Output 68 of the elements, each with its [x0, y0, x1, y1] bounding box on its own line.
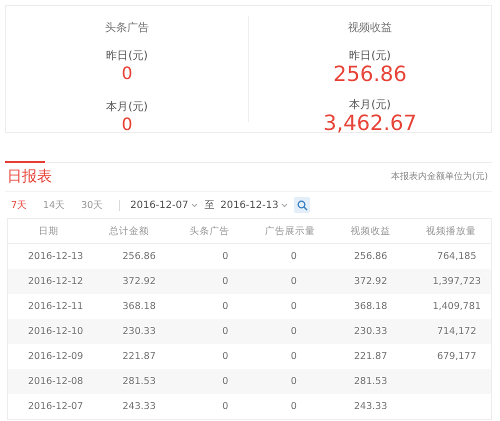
- search-button[interactable]: [294, 197, 310, 213]
- table-cell: 764,185: [437, 251, 476, 262]
- range-tab[interactable]: 14天: [43, 198, 66, 212]
- column-header: 广告展示量: [264, 224, 316, 238]
- column-header: 总计金额: [108, 224, 150, 238]
- column-header: 日期: [37, 224, 60, 238]
- table-cell: 0: [222, 376, 228, 387]
- table-cell: 281.53: [122, 376, 156, 387]
- table-cell: 714,172: [437, 326, 476, 337]
- range-tab[interactable]: 30天: [81, 198, 104, 212]
- table-cell: 221.87: [122, 351, 156, 362]
- unit-note: 本报表内金额单位为(元): [390, 170, 489, 183]
- table-cell: 0: [290, 276, 297, 287]
- column-header: 视频播放量: [424, 224, 477, 238]
- table-cell: 2016-12-11: [28, 301, 84, 312]
- search-icon: [296, 200, 308, 210]
- caret-icon: [281, 202, 288, 208]
- table-cell: 243.33: [122, 401, 156, 412]
- table-cell: 230.33: [122, 326, 156, 337]
- table-cell: 0: [290, 301, 297, 312]
- table-cell: 0: [290, 251, 297, 262]
- to-label: 至: [204, 199, 214, 212]
- table-cell: 0: [222, 276, 228, 287]
- table-cell: 0: [222, 401, 228, 412]
- table-cell: 679,177: [437, 351, 476, 362]
- stat-label: 昨日(元): [349, 48, 391, 63]
- table-cell: 2016-12-12: [28, 276, 84, 287]
- table-cell: 243.33: [354, 401, 388, 412]
- table-cell: 256.86: [354, 251, 388, 262]
- table-cell: 1,397,723: [432, 276, 481, 287]
- column-header: 视频收益: [349, 224, 392, 238]
- table-cell: 368.18: [122, 301, 156, 312]
- table-cell: 372.92: [354, 276, 388, 287]
- stat-value: 0: [122, 114, 132, 136]
- table-cell: 0: [290, 351, 297, 362]
- stat-value: 0: [122, 63, 132, 85]
- stat-label: 昨日(元): [106, 48, 148, 63]
- table-cell: 0: [290, 376, 297, 387]
- report-title: 日报表: [7, 167, 52, 186]
- end-date-dropdown[interactable]: 2016-12-13: [220, 200, 288, 210]
- table-cell: 1,409,781: [432, 301, 481, 312]
- table-cell: 2016-12-10: [28, 326, 84, 337]
- range-tab[interactable]: 7天: [11, 198, 28, 212]
- table-cell: 2016-12-09: [28, 351, 84, 362]
- table-cell: 2016-12-07: [28, 401, 84, 412]
- summary-title: 视频收益: [348, 20, 392, 35]
- stat-label: 本月(元): [106, 99, 148, 114]
- table-cell: 2016-12-08: [28, 376, 84, 387]
- table-cell: 372.92: [122, 276, 156, 287]
- stat-label: 本月(元): [349, 97, 391, 112]
- summary-title: 头条广告: [105, 20, 149, 35]
- start-date-dropdown[interactable]: 2016-12-07: [130, 200, 198, 210]
- table-cell: 0: [222, 326, 228, 337]
- table-cell: 0: [222, 301, 228, 312]
- table-cell: 0: [222, 351, 228, 362]
- stat-value: 256.86: [333, 63, 407, 85]
- table-cell: 221.87: [354, 351, 388, 362]
- table-cell: 256.86: [122, 251, 156, 262]
- table-cell: 368.18: [354, 301, 388, 312]
- table-cell: 230.33: [354, 326, 388, 337]
- table-cell: 0: [222, 251, 228, 262]
- column-header: 头条广告: [188, 224, 230, 238]
- table-cell: 281.53: [354, 376, 388, 387]
- table-cell: 0: [290, 326, 297, 337]
- stat-value: 3,462.67: [323, 112, 417, 134]
- table-cell: 0: [290, 401, 297, 412]
- caret-icon: [191, 202, 198, 208]
- table-cell: 2016-12-13: [28, 251, 84, 262]
